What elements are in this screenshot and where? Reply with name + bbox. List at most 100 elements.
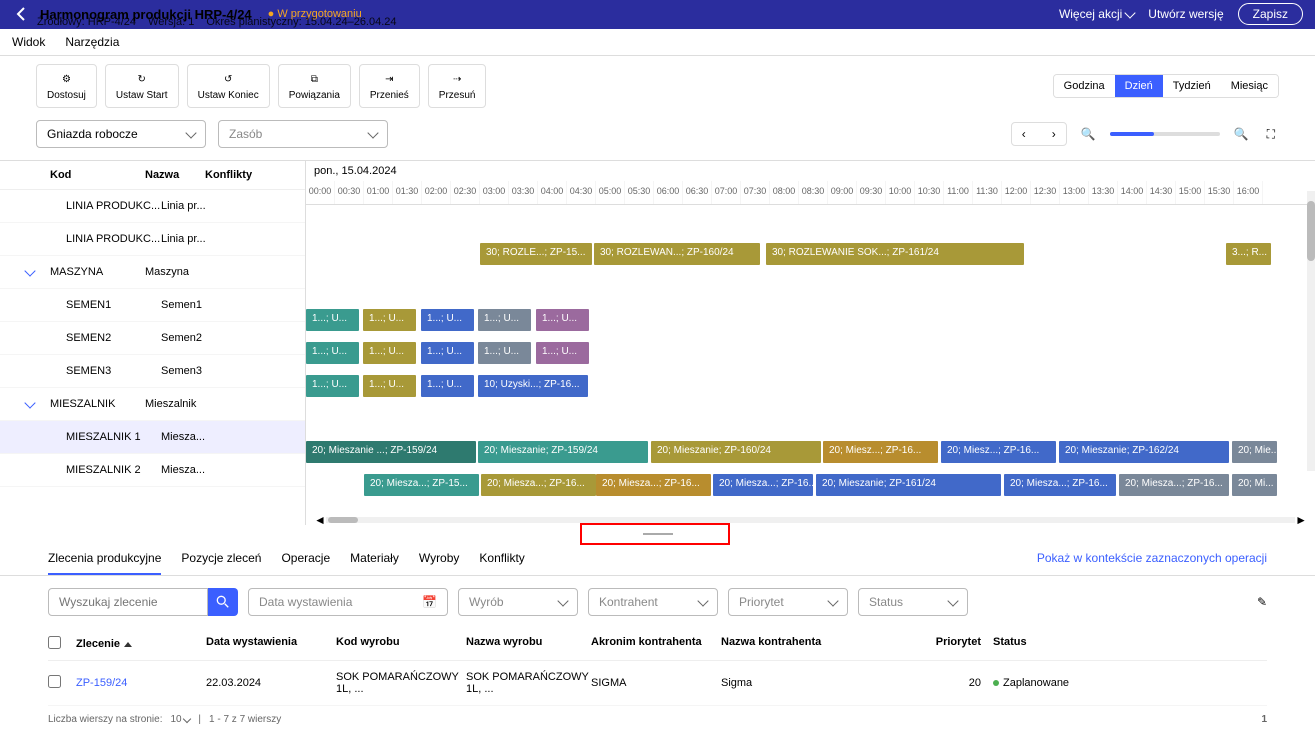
vertical-scrollbar[interactable] xyxy=(1307,191,1315,471)
zoom-in-icon[interactable]: 🔍 xyxy=(1230,123,1253,145)
gantt-bar[interactable]: 30; ROZLEWANIE SOK...; ZP-161/24 xyxy=(766,243,1024,265)
gantt-bar[interactable]: 30; ROZLE...; ZP-15... xyxy=(480,243,592,265)
timescale-month[interactable]: Miesiąc xyxy=(1221,75,1278,97)
gantt-bar[interactable]: 20; Miesza...; ZP-16... xyxy=(1119,474,1229,496)
gantt-bar[interactable]: 1...; U... xyxy=(421,342,474,364)
gantt-resource-row[interactable]: SEMEN1Semen1 xyxy=(0,289,305,322)
expand-icon[interactable] xyxy=(26,398,34,410)
select-all-checkbox[interactable] xyxy=(48,636,61,649)
next-button[interactable]: › xyxy=(1042,123,1066,145)
time-header: 00:0000:3001:0001:3002:0002:3003:0003:30… xyxy=(306,181,1315,205)
tab-positions[interactable]: Pozycje zleceń xyxy=(181,543,261,575)
expand-icon[interactable] xyxy=(26,266,34,278)
gantt-resource-row[interactable]: LINIA PRODUKC...Linia pr... xyxy=(0,190,305,223)
gantt-bar[interactable]: 20; Miesza...; ZP-16... xyxy=(481,474,596,496)
customize-button[interactable]: ⚙ Dostosuj xyxy=(36,64,97,108)
menu-tools[interactable]: Narzędzia xyxy=(65,35,119,49)
contractor-filter[interactable]: Kontrahent xyxy=(588,588,718,616)
timescale-week[interactable]: Tydzień xyxy=(1163,75,1221,97)
product-filter[interactable]: Wyrób xyxy=(458,588,578,616)
gantt-bar[interactable]: 1...; U... xyxy=(478,342,531,364)
zoom-out-icon[interactable]: 🔍 xyxy=(1077,123,1100,145)
gantt-bar[interactable]: 10; Uzyski...; ZP-16... xyxy=(478,375,588,397)
zoom-slider[interactable] xyxy=(1110,132,1220,136)
th-order[interactable]: Zlecenie xyxy=(76,636,206,652)
gantt-bar[interactable]: 20; Miesz...; ZP-16... xyxy=(823,441,938,463)
gantt-bar[interactable]: 30; ROZLEWAN...; ZP-160/24 xyxy=(594,243,760,265)
th-contractor-acronym[interactable]: Akronim kontrahenta xyxy=(591,636,721,652)
gantt-resource-row[interactable]: MASZYNAMaszyna xyxy=(0,256,305,289)
gantt-bar[interactable]: 3...; R... xyxy=(1226,243,1271,265)
table-row[interactable]: ZP-159/24 22.03.2024 SOK POMARAŃCZOWY 1L… xyxy=(48,661,1267,706)
shift-button[interactable]: ⇢ Przesuń xyxy=(428,64,487,108)
gantt-bar[interactable]: 1...; U... xyxy=(536,309,589,331)
search-button[interactable] xyxy=(208,588,238,616)
save-button[interactable]: Zapisz xyxy=(1238,3,1303,25)
gantt-bar[interactable]: 20; Miesza...; ZP-16... xyxy=(596,474,711,496)
gantt-resource-row[interactable]: MIESZALNIKMieszalnik xyxy=(0,388,305,421)
gantt-bar[interactable]: 1...; U... xyxy=(306,375,359,397)
gantt-bar[interactable]: 20; Miesz...; ZP-16... xyxy=(941,441,1056,463)
prev-button[interactable]: ‹ xyxy=(1012,123,1036,145)
menu-view[interactable]: Widok xyxy=(12,35,45,49)
timescale-day[interactable]: Dzień xyxy=(1115,75,1163,97)
gantt-resource-row[interactable]: LINIA PRODUKC...Linia pr... xyxy=(0,223,305,256)
search-input[interactable] xyxy=(48,588,208,616)
date-filter[interactable]: Data wystawienia 📅 xyxy=(248,588,448,616)
gantt-bar[interactable]: 20; Mieszanie; ZP-159/24 xyxy=(478,441,648,463)
gantt-bar[interactable]: 20; Miesza...; ZP-16... xyxy=(1004,474,1116,496)
gantt-bar[interactable]: 1...; U... xyxy=(478,309,531,331)
th-product-name[interactable]: Nazwa wyrobu xyxy=(466,636,591,652)
resize-handle[interactable] xyxy=(0,525,1315,543)
gantt-bar[interactable]: 1...; U... xyxy=(421,309,474,331)
th-contractor-name[interactable]: Nazwa kontrahenta xyxy=(721,636,926,652)
gantt-bar[interactable]: 1...; U... xyxy=(363,309,416,331)
th-product-code[interactable]: Kod wyrobu xyxy=(336,636,466,652)
th-date[interactable]: Data wystawienia xyxy=(206,636,336,652)
gantt-bar[interactable]: 1...; U... xyxy=(363,342,416,364)
more-actions-button[interactable]: Więcej akcji xyxy=(1059,7,1134,21)
gantt-bar[interactable]: 20; Mieszanie ...; ZP-159/24 xyxy=(306,441,476,463)
links-button[interactable]: ⧉ Powiązania xyxy=(278,64,351,108)
gantt-bar[interactable]: 20; Mieszanie; ZP-160/24 xyxy=(651,441,821,463)
gantt-resource-row[interactable]: MIESZALNIK 1Miesza... xyxy=(0,421,305,454)
gantt-bar[interactable]: 1...; U... xyxy=(363,375,416,397)
th-priority[interactable]: Priorytet xyxy=(926,636,981,652)
status-filter[interactable]: Status xyxy=(858,588,968,616)
move-button[interactable]: ⇥ Przenieś xyxy=(359,64,420,108)
tab-operations[interactable]: Operacje xyxy=(281,543,330,575)
resource-select[interactable]: Zasób xyxy=(218,120,388,148)
edit-columns-icon[interactable]: ✎ xyxy=(1257,595,1267,609)
gantt-resource-row[interactable]: MIESZALNIK 2Miesza... xyxy=(0,454,305,487)
gantt-resource-row[interactable]: SEMEN2Semen2 xyxy=(0,322,305,355)
create-version-button[interactable]: Utwórz wersję xyxy=(1148,7,1223,21)
rows-per-page-select[interactable]: 10 xyxy=(171,714,191,725)
set-start-button[interactable]: ↻ Ustaw Start xyxy=(105,64,179,108)
tab-materials[interactable]: Materiały xyxy=(350,543,399,575)
context-link[interactable]: Pokaż w kontekście zaznaczonych operacji xyxy=(1037,543,1267,575)
th-status[interactable]: Status xyxy=(981,636,1081,652)
gantt-bar[interactable]: 1...; U... xyxy=(421,375,474,397)
gantt-bar[interactable]: 1...; U... xyxy=(306,309,359,331)
priority-filter[interactable]: Priorytet xyxy=(728,588,848,616)
gantt-bar[interactable]: 20; Miesza...; ZP-15... xyxy=(364,474,479,496)
timescale-hour[interactable]: Godzina xyxy=(1054,75,1115,97)
workcenter-select[interactable]: Gniazda robocze xyxy=(36,120,206,148)
gantt-bar[interactable]: 1...; U... xyxy=(306,342,359,364)
gantt-resource-row[interactable]: SEMEN3Semen3 xyxy=(0,355,305,388)
gantt-bar[interactable]: 20; Miesza...; ZP-16... xyxy=(713,474,813,496)
order-link[interactable]: ZP-159/24 xyxy=(76,677,206,689)
fullscreen-icon[interactable]: ⛶ xyxy=(1263,123,1279,146)
back-button[interactable] xyxy=(12,4,32,24)
tab-conflicts[interactable]: Konflikty xyxy=(479,543,524,575)
row-checkbox[interactable] xyxy=(48,675,61,688)
horizontal-scrollbar[interactable]: ◄► xyxy=(306,515,1315,525)
gantt-bar[interactable]: 20; Mie... xyxy=(1232,441,1277,463)
tab-products[interactable]: Wyroby xyxy=(419,543,460,575)
gantt-bar[interactable]: 20; Mi... xyxy=(1232,474,1277,496)
gantt-bar[interactable]: 20; Mieszanie; ZP-162/24 xyxy=(1059,441,1229,463)
gantt-bar[interactable]: 20; Mieszanie; ZP-161/24 xyxy=(816,474,1001,496)
gantt-bar[interactable]: 1...; U... xyxy=(536,342,589,364)
set-end-button[interactable]: ↺ Ustaw Koniec xyxy=(187,64,270,108)
tab-orders[interactable]: Zlecenia produkcyjne xyxy=(48,543,161,575)
